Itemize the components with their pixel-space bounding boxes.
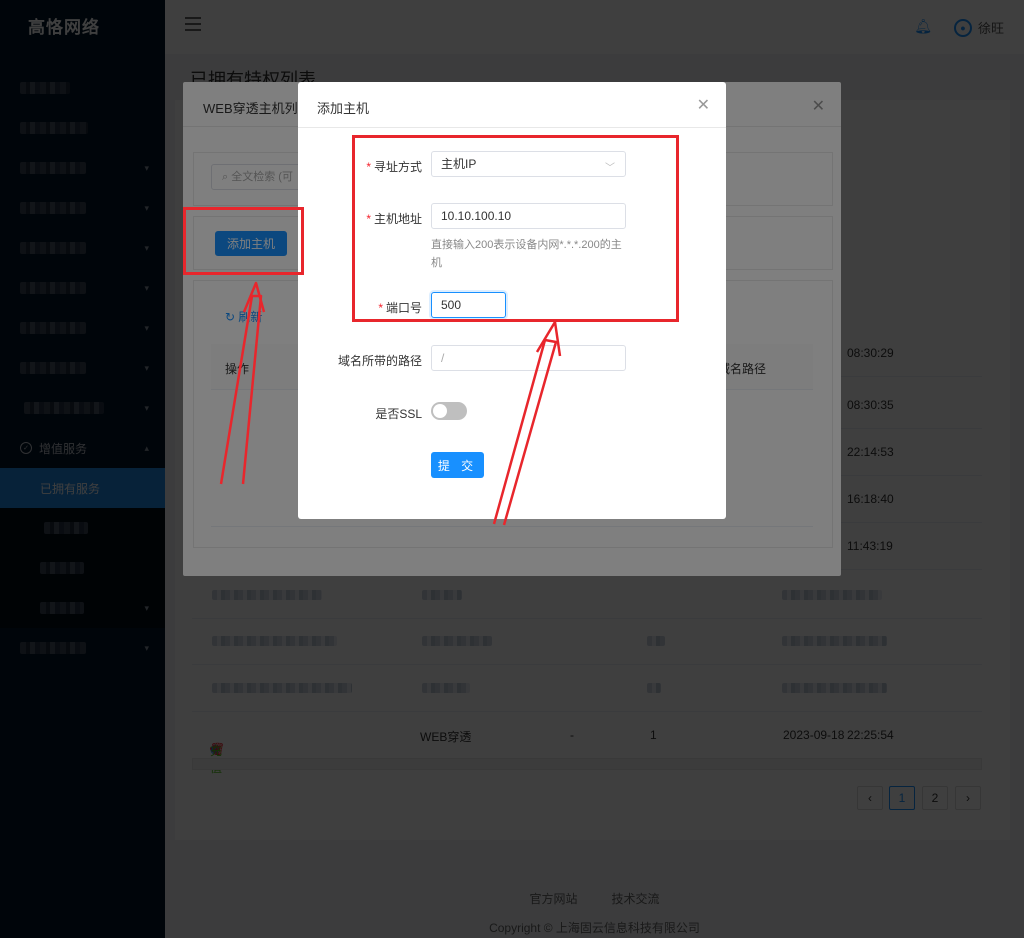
annotation-arrows: [219, 281, 562, 526]
